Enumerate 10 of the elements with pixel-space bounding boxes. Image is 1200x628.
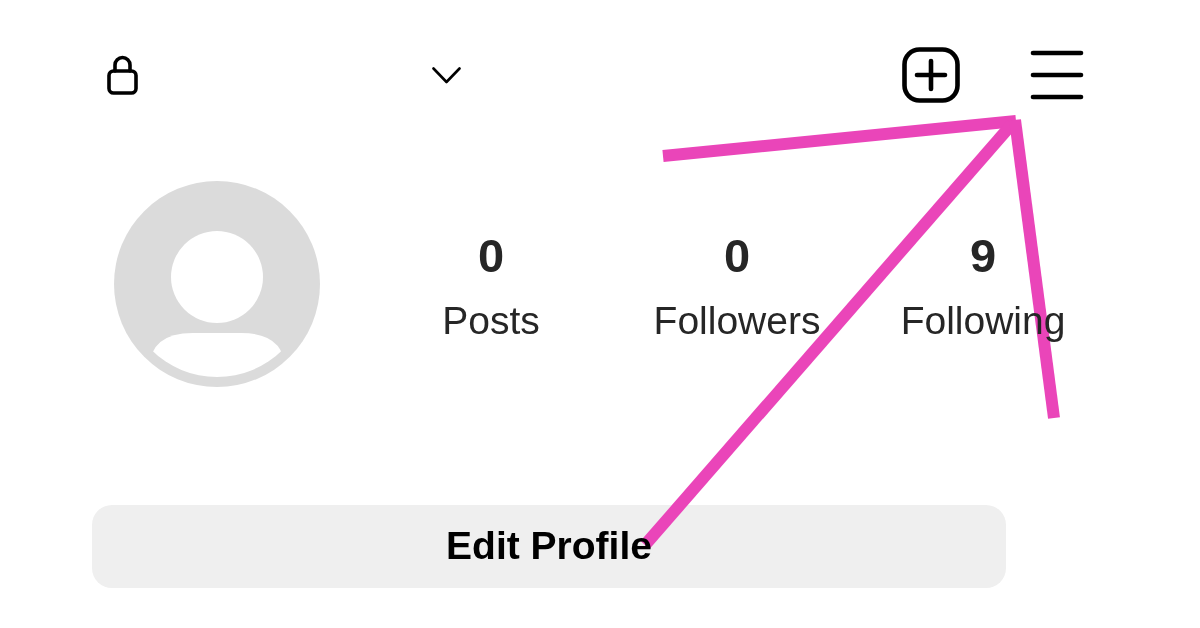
stat-count: 0 (477, 232, 505, 279)
menu-icon[interactable] (1030, 50, 1084, 100)
stat-label: Posts (442, 301, 540, 340)
stat-count: 9 (969, 232, 997, 279)
stat-count: 0 (723, 232, 751, 279)
add-post-icon[interactable] (902, 47, 960, 103)
stat-label: Followers (653, 301, 821, 340)
chevron-down-icon[interactable] (432, 66, 461, 84)
lock-icon (107, 55, 138, 95)
edit-profile-button[interactable]: Edit Profile (92, 505, 1006, 588)
